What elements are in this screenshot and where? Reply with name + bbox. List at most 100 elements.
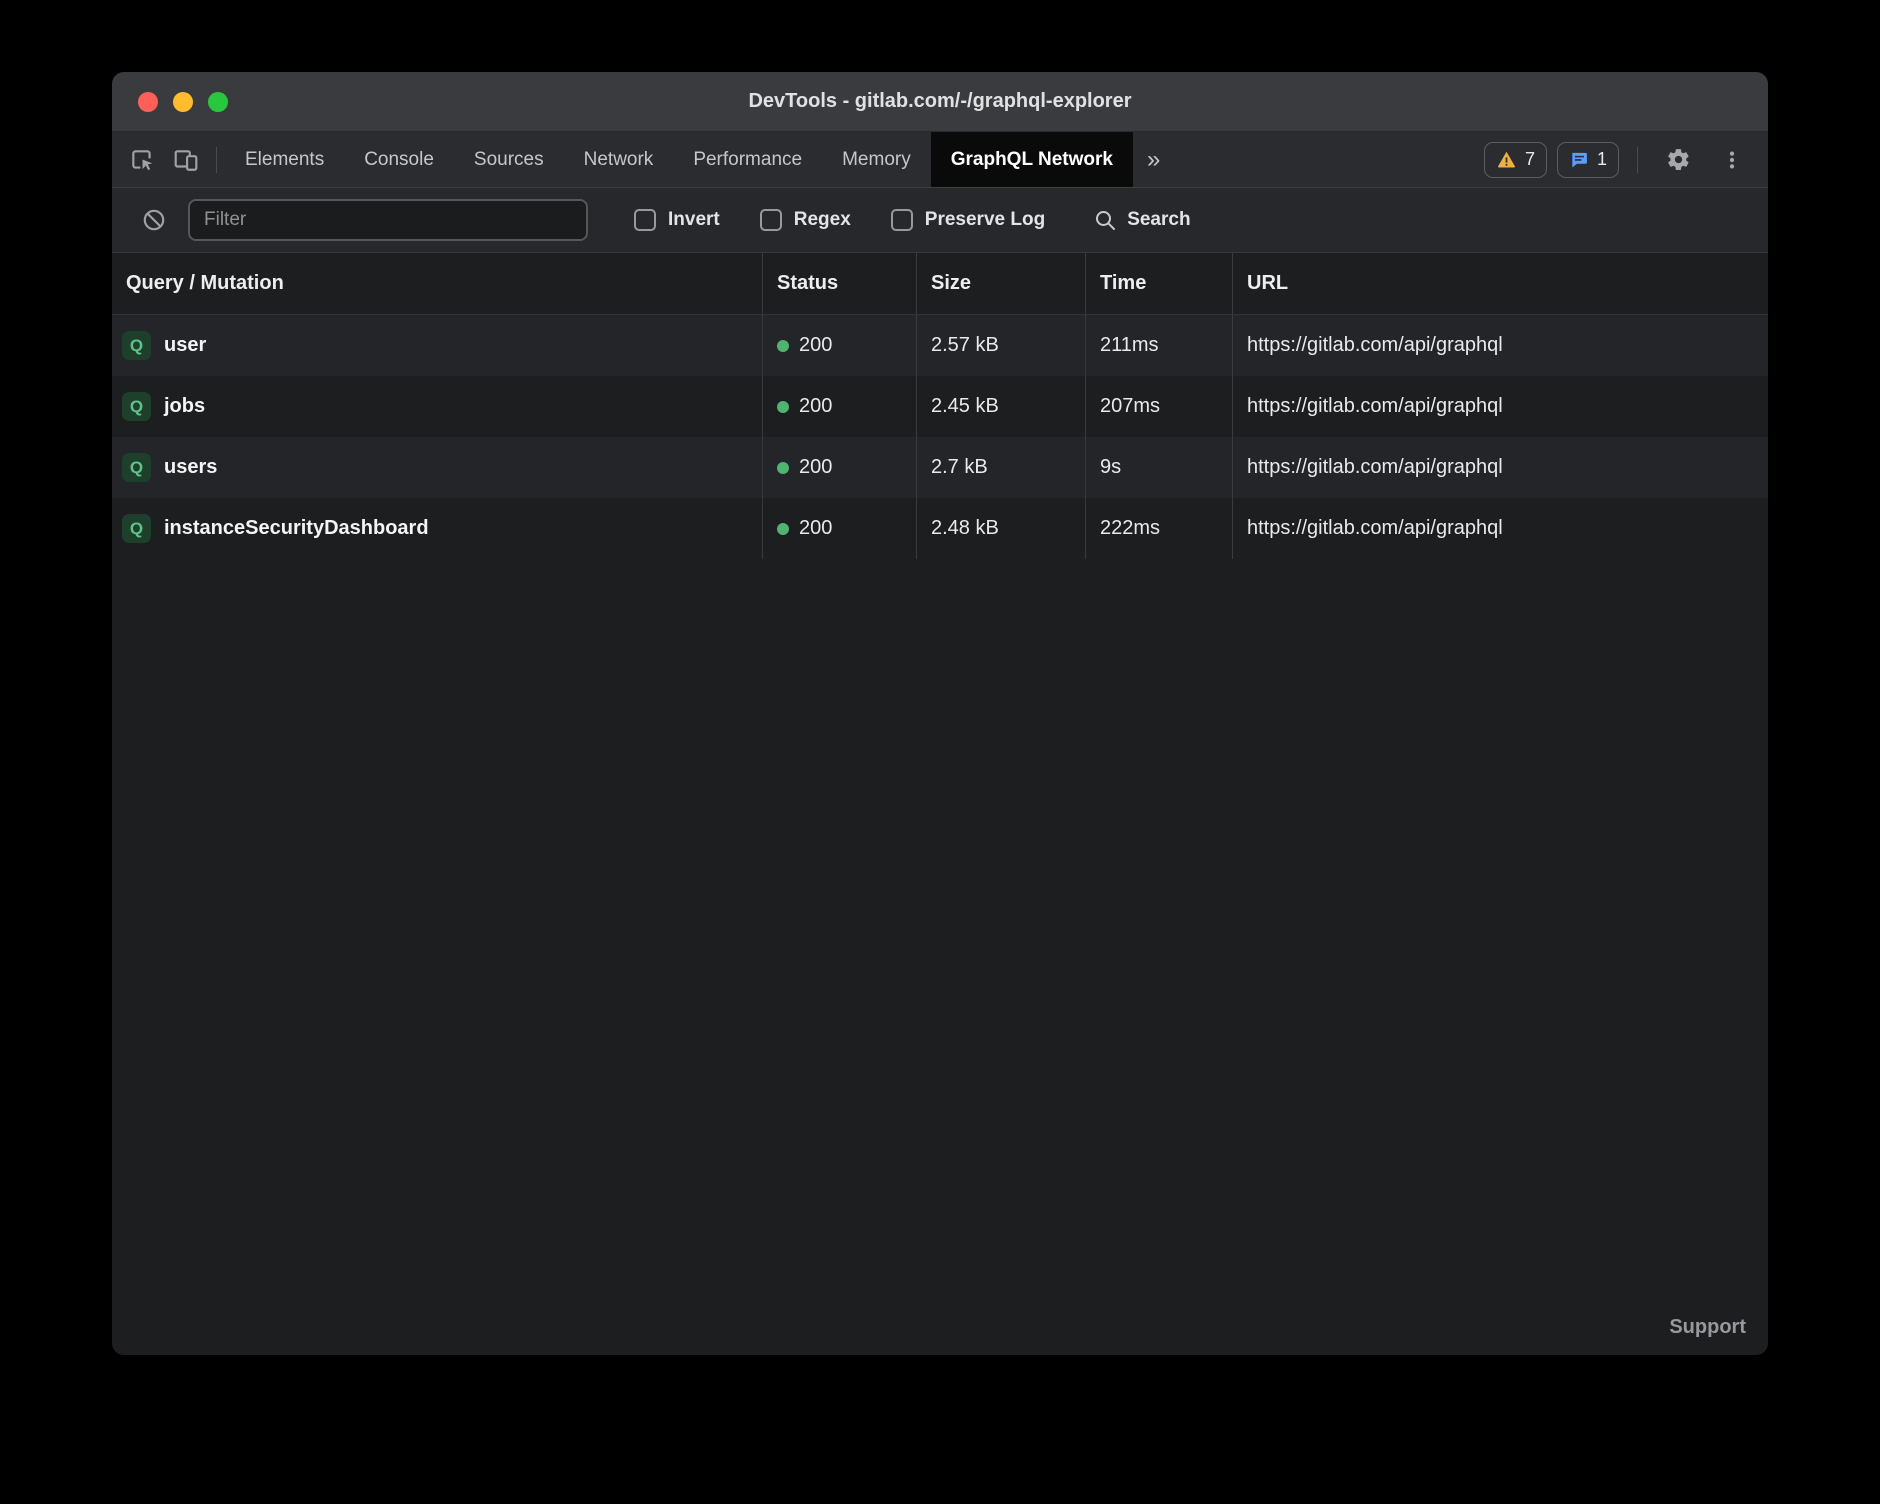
traffic-lights (138, 92, 228, 112)
checkbox-box[interactable] (634, 209, 656, 231)
zoom-button[interactable] (208, 92, 228, 112)
time-cell: 9s (1085, 437, 1232, 498)
panel-tabs: ElementsConsoleSourcesNetworkPerformance… (225, 132, 1133, 187)
titlebar: DevTools - gitlab.com/-/graphql-explorer (112, 72, 1768, 132)
query-name: jobs (164, 395, 205, 418)
filter-checkboxes: Invert Regex Preserve Log (634, 209, 1045, 231)
checkbox-preserve-log[interactable]: Preserve Log (891, 209, 1045, 231)
search-button[interactable]: Search (1093, 208, 1190, 232)
url-cell: https://gitlab.com/api/graphql (1232, 315, 1768, 376)
checkbox-invert[interactable]: Invert (634, 209, 720, 231)
query-cell: Q jobs (112, 376, 762, 437)
table-row[interactable]: Q user 200 2.57 kB 211ms https://gitlab.… (112, 315, 1768, 376)
column-header-status[interactable]: Status (762, 253, 916, 314)
status-ok-dot (777, 340, 789, 352)
inspect-cursor-icon (129, 147, 155, 173)
table-header: Query / MutationStatusSizeTimeURL (112, 253, 1768, 315)
ban-circle-icon (141, 207, 167, 233)
column-header-url[interactable]: URL (1232, 253, 1768, 314)
query-type-badge: Q (122, 331, 151, 360)
status-code: 200 (799, 456, 832, 479)
query-type-badge: Q (122, 514, 151, 543)
messages-badge[interactable]: 1 (1557, 142, 1619, 178)
url-cell: https://gitlab.com/api/graphql (1232, 437, 1768, 498)
size-cell: 2.7 kB (916, 437, 1085, 498)
status-code: 200 (799, 334, 832, 357)
gear-icon (1666, 147, 1691, 172)
device-toolbar-button[interactable] (164, 132, 208, 187)
status-cell: 200 (762, 498, 916, 559)
query-cell: Q instanceSecurityDashboard (112, 498, 762, 559)
checkbox-label: Regex (794, 209, 851, 231)
query-type-badge: Q (122, 453, 151, 482)
window-title: DevTools - gitlab.com/-/graphql-explorer (748, 90, 1131, 113)
url-cell: https://gitlab.com/api/graphql (1232, 376, 1768, 437)
column-header-size[interactable]: Size (916, 253, 1085, 314)
filter-toolbar: Invert Regex Preserve Log Search (112, 188, 1768, 253)
warning-count: 7 (1525, 149, 1535, 170)
menu-button[interactable] (1710, 132, 1754, 187)
devtools-toolbar: ElementsConsoleSourcesNetworkPerformance… (112, 132, 1768, 188)
device-toolbar-icon (173, 147, 199, 173)
status-code: 200 (799, 517, 832, 540)
warnings-badge[interactable]: 7 (1484, 142, 1547, 178)
search-label: Search (1127, 209, 1190, 231)
search-icon (1093, 208, 1117, 232)
toolbar-divider (216, 147, 217, 173)
message-bubble-icon (1569, 150, 1589, 170)
kebab-menu-icon (1721, 149, 1743, 171)
filter-input[interactable] (188, 199, 588, 241)
table-rows: Q user 200 2.57 kB 211ms https://gitlab.… (112, 315, 1768, 559)
status-ok-dot (777, 462, 789, 474)
query-cell: Q user (112, 315, 762, 376)
tab-graphql-network[interactable]: GraphQL Network (931, 132, 1133, 187)
checkbox-box[interactable] (891, 209, 913, 231)
status-cell: 200 (762, 437, 916, 498)
inspect-element-button[interactable] (120, 132, 164, 187)
query-type-badge: Q (122, 392, 151, 421)
status-ok-dot (777, 523, 789, 535)
status-cell: 200 (762, 376, 916, 437)
time-cell: 222ms (1085, 498, 1232, 559)
checkbox-label: Invert (668, 209, 720, 231)
message-count: 1 (1597, 149, 1607, 170)
devtools-window: DevTools - gitlab.com/-/graphql-explorer… (112, 72, 1768, 1355)
settings-button[interactable] (1656, 132, 1700, 187)
column-header-query-mutation[interactable]: Query / Mutation (112, 253, 762, 314)
tab-performance[interactable]: Performance (673, 132, 822, 187)
time-cell: 211ms (1085, 315, 1232, 376)
status-code: 200 (799, 395, 832, 418)
url-cell: https://gitlab.com/api/graphql (1232, 498, 1768, 559)
minimize-button[interactable] (173, 92, 193, 112)
query-name: instanceSecurityDashboard (164, 517, 429, 540)
more-tabs-button[interactable]: » (1133, 132, 1174, 187)
size-cell: 2.45 kB (916, 376, 1085, 437)
checkbox-box[interactable] (760, 209, 782, 231)
requests-table: Query / MutationStatusSizeTimeURL Q user… (112, 253, 1768, 1355)
support-link[interactable]: Support (1669, 1316, 1746, 1339)
query-name: users (164, 456, 217, 479)
toolbar-divider (1637, 147, 1638, 173)
checkbox-regex[interactable]: Regex (760, 209, 851, 231)
status-cell: 200 (762, 315, 916, 376)
tab-memory[interactable]: Memory (822, 132, 931, 187)
close-button[interactable] (138, 92, 158, 112)
table-row[interactable]: Q jobs 200 2.45 kB 207ms https://gitlab.… (112, 376, 1768, 437)
tab-sources[interactable]: Sources (454, 132, 564, 187)
table-row[interactable]: Q instanceSecurityDashboard 200 2.48 kB … (112, 498, 1768, 559)
warning-icon (1496, 149, 1517, 170)
tab-console[interactable]: Console (344, 132, 454, 187)
size-cell: 2.48 kB (916, 498, 1085, 559)
status-ok-dot (777, 401, 789, 413)
tab-network[interactable]: Network (564, 132, 674, 187)
checkbox-label: Preserve Log (925, 209, 1045, 231)
column-header-time[interactable]: Time (1085, 253, 1232, 314)
toolbar-right-group: 7 1 (1484, 132, 1768, 187)
time-cell: 207ms (1085, 376, 1232, 437)
query-cell: Q users (112, 437, 762, 498)
size-cell: 2.57 kB (916, 315, 1085, 376)
tab-elements[interactable]: Elements (225, 132, 344, 187)
query-name: user (164, 334, 206, 357)
clear-log-button[interactable] (134, 200, 174, 240)
table-row[interactable]: Q users 200 2.7 kB 9s https://gitlab.com… (112, 437, 1768, 498)
